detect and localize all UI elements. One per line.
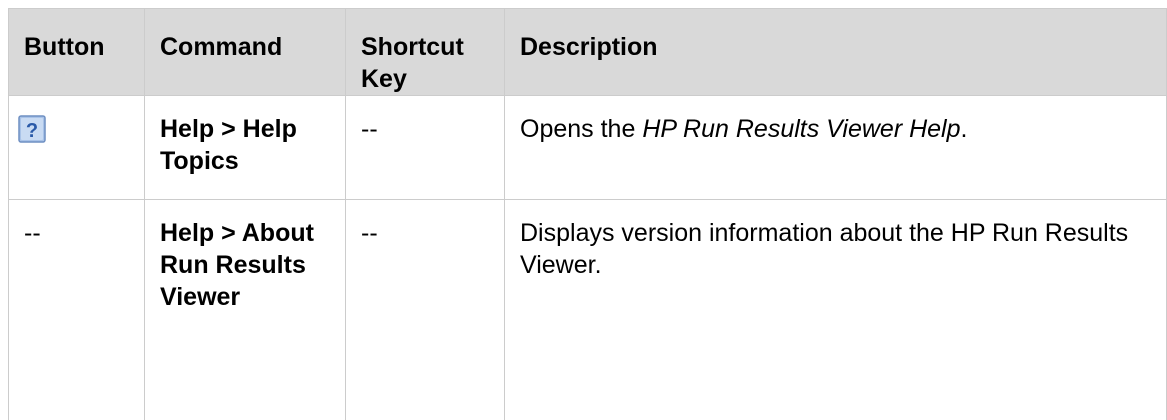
command-cell: Help > Help Topics	[144, 95, 346, 200]
button-cell: --	[8, 199, 145, 420]
help-icon: ?	[18, 115, 46, 143]
table-row: ? Help > Help Topics -- Opens the HP Run…	[8, 95, 1167, 200]
description-prefix: Opens the	[520, 115, 643, 143]
description-doc-title: HP Run Results Viewer Help	[642, 115, 961, 143]
button-cell: ?	[8, 95, 145, 200]
description-cell: Opens the HP Run Results Viewer Help.	[504, 95, 1167, 200]
table-row: -- Help > About Run Results Viewer -- Di…	[8, 199, 1167, 420]
svg-text:?: ?	[26, 120, 38, 142]
header-description: Description	[504, 8, 1167, 96]
header-command: Command	[144, 8, 346, 96]
shortcut-cell: --	[345, 95, 505, 200]
header-button: Button	[8, 8, 145, 96]
commands-table: Button Command Shortcut Key Description …	[8, 8, 1167, 420]
description-cell: Displays version information about the H…	[504, 199, 1167, 420]
command-cell: Help > About Run Results Viewer	[144, 199, 346, 420]
header-shortcut-key: Shortcut Key	[345, 8, 505, 96]
description-suffix: .	[960, 115, 968, 143]
shortcut-cell: --	[345, 199, 505, 420]
table-header-row: Button Command Shortcut Key Description	[8, 8, 1167, 96]
